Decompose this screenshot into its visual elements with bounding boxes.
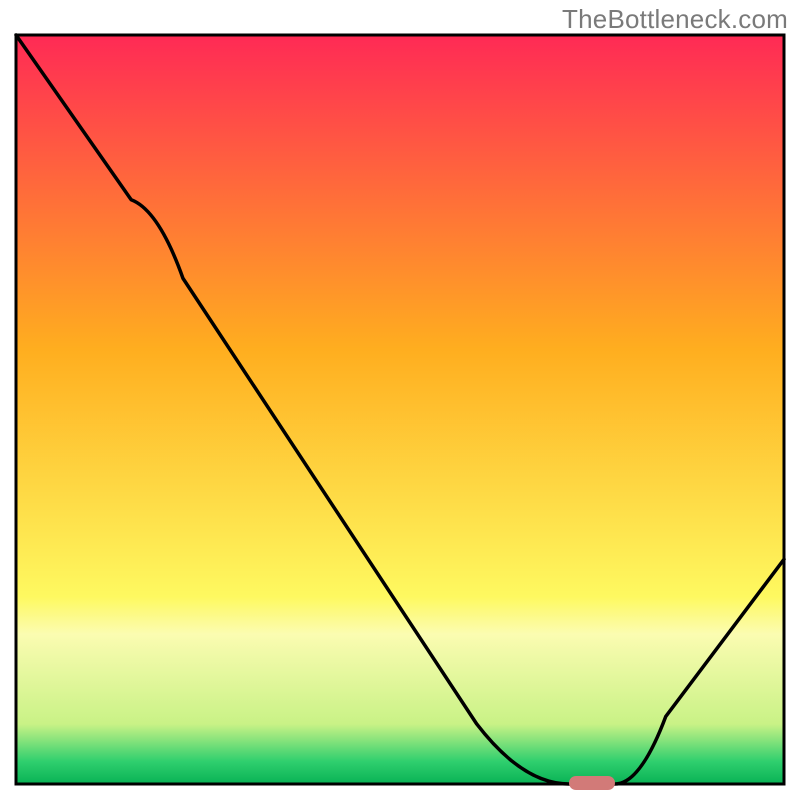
bottleneck-chart [0, 0, 800, 800]
optimal-point-marker [569, 776, 615, 790]
chart-container: TheBottleneck.com [0, 0, 800, 800]
plot-area [16, 35, 784, 784]
watermark: TheBottleneck.com [562, 4, 788, 35]
